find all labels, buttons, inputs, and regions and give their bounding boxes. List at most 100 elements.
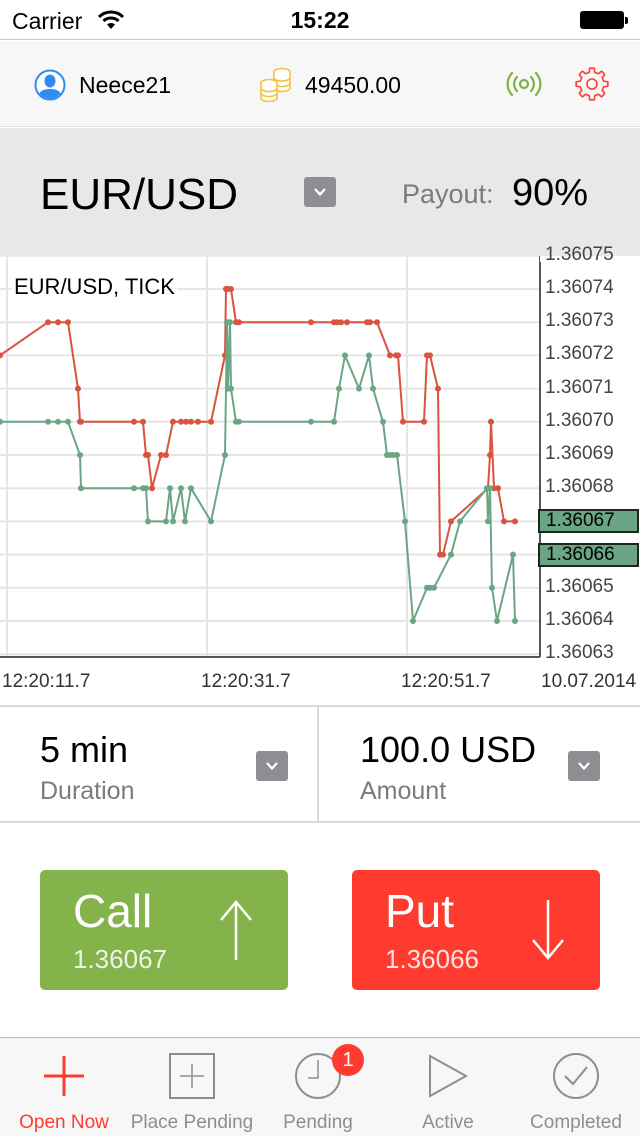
data-point-ask [78,418,84,425]
data-point-bid [222,452,228,458]
data-point-ask [163,452,169,458]
data-point-bid [336,385,342,392]
amount-value: 100.0 USD [360,729,537,770]
data-point-bid [394,452,400,458]
call-button[interactable]: Call 1.36067 [40,870,288,990]
data-point-bid [489,584,495,591]
data-point-bid [143,485,149,492]
data-point-ask [487,452,493,458]
data-point-bid [167,485,173,492]
data-point-ask [387,352,393,359]
data-point-bid [45,418,51,425]
data-point-ask [208,418,214,425]
payout-label: Payout: [402,179,494,209]
data-point-ask [65,319,71,326]
tab-open-now[interactable]: Open Now [0,1038,128,1136]
data-point-ask [149,485,155,492]
tab-label: Active [422,1112,474,1133]
plus-icon [44,1056,84,1096]
tab-label: Place Pending [130,1112,254,1133]
username[interactable]: Neece21 [79,72,171,99]
data-point-bid [512,618,518,624]
data-point-bid [410,618,416,624]
put-button[interactable]: Put 1.36066 [352,870,600,990]
chevron-down-icon [314,188,326,197]
data-point-bid [356,385,362,392]
y-tick-label: 1.36069 [545,443,614,464]
data-point-bid [366,352,372,359]
tab-pending[interactable]: 1 Pending [254,1038,382,1136]
data-point-ask [131,418,137,425]
call-price: 1.36067 [73,944,167,974]
instrument-bar: EUR/USD Payout: 90% [0,128,640,256]
chevron-down-icon [266,762,278,771]
data-point-bid [308,418,314,425]
clock-time: 15:22 [290,7,350,33]
data-point-bid [145,518,151,525]
duration-dropdown-button[interactable] [256,751,288,781]
data-point-ask [140,418,146,425]
data-point-bid [227,319,233,326]
tab-completed[interactable]: Completed [512,1038,640,1136]
tab-label: Completed [530,1112,622,1133]
data-point-ask [435,385,441,392]
data-point-ask [400,418,406,425]
account-balance: 49450.00 [305,72,401,98]
tab-bar: Open Now Place Pending 1 Pending Active … [0,1037,640,1136]
data-point-bid [402,518,408,525]
data-point-ask [145,452,151,458]
data-point-bid [178,485,184,492]
duration-selector[interactable]: 5 min Duration [0,707,319,821]
plus-square-icon [169,1053,215,1099]
call-label: Call [73,885,153,937]
currency-pair[interactable]: EUR/USD [40,170,238,220]
data-point-bid [170,518,176,525]
y-tick-label: 1.36065 [545,575,614,597]
y-tick-label: 1.36072 [545,343,614,365]
data-point-ask [188,418,194,425]
chart-canvas [0,256,640,658]
series-line-bid [0,321,516,622]
y-tick-label: 1.36068 [545,476,614,498]
amount-dropdown-button[interactable] [568,751,600,781]
chart-date-label: 10.07.2014 [541,671,637,692]
data-point-ask [308,319,314,326]
data-point-bid [380,418,386,425]
user-icon[interactable] [34,69,66,101]
data-point-bid [78,485,84,492]
tab-active[interactable]: Active [384,1038,512,1136]
y-tick-label: 1.36071 [545,376,614,398]
data-point-bid [494,618,500,624]
x-tick-label: 12:20:51.7 [401,671,491,692]
y-tick-label: 1.36063 [545,642,614,664]
status-bar: Carrier 15:22 [0,0,640,40]
duration-value: 5 min [40,729,129,770]
pending-count-badge: 1 [332,1044,364,1076]
duration-label: Duration [40,777,135,805]
arrow-down-icon [532,900,564,960]
data-point-ask [512,518,518,525]
data-point-ask [338,319,344,326]
signal-icon [506,71,542,97]
checkmark-circle-icon [553,1053,599,1099]
data-point-ask [45,319,51,326]
tab-label: Open Now [19,1112,109,1133]
pair-dropdown-button[interactable] [304,177,336,207]
settings-icon[interactable] [574,66,610,102]
amount-selector[interactable]: 100.0 USD Amount [320,707,640,821]
tab-place-pending[interactable]: Place Pending [128,1038,256,1136]
price-chart[interactable]: EUR/USD, TICK 1.36075 1.36074 1.36073 1.360… [0,244,640,704]
play-icon [429,1054,469,1098]
data-point-bid [163,518,169,525]
data-point-ask [195,418,201,425]
data-point-bid [77,452,83,458]
amount-label: Amount [360,777,447,805]
account-bar: Neece21 49450.00 [0,41,640,127]
battery-icon [580,11,628,29]
y-tick-label: 1.36064 [545,609,614,630]
data-point-ask [228,286,234,292]
put-price: 1.36066 [385,944,479,974]
data-point-bid [342,352,348,359]
chart-title: EUR/USD, TICK [12,274,177,300]
y-tick-label: 1.36070 [545,409,614,431]
